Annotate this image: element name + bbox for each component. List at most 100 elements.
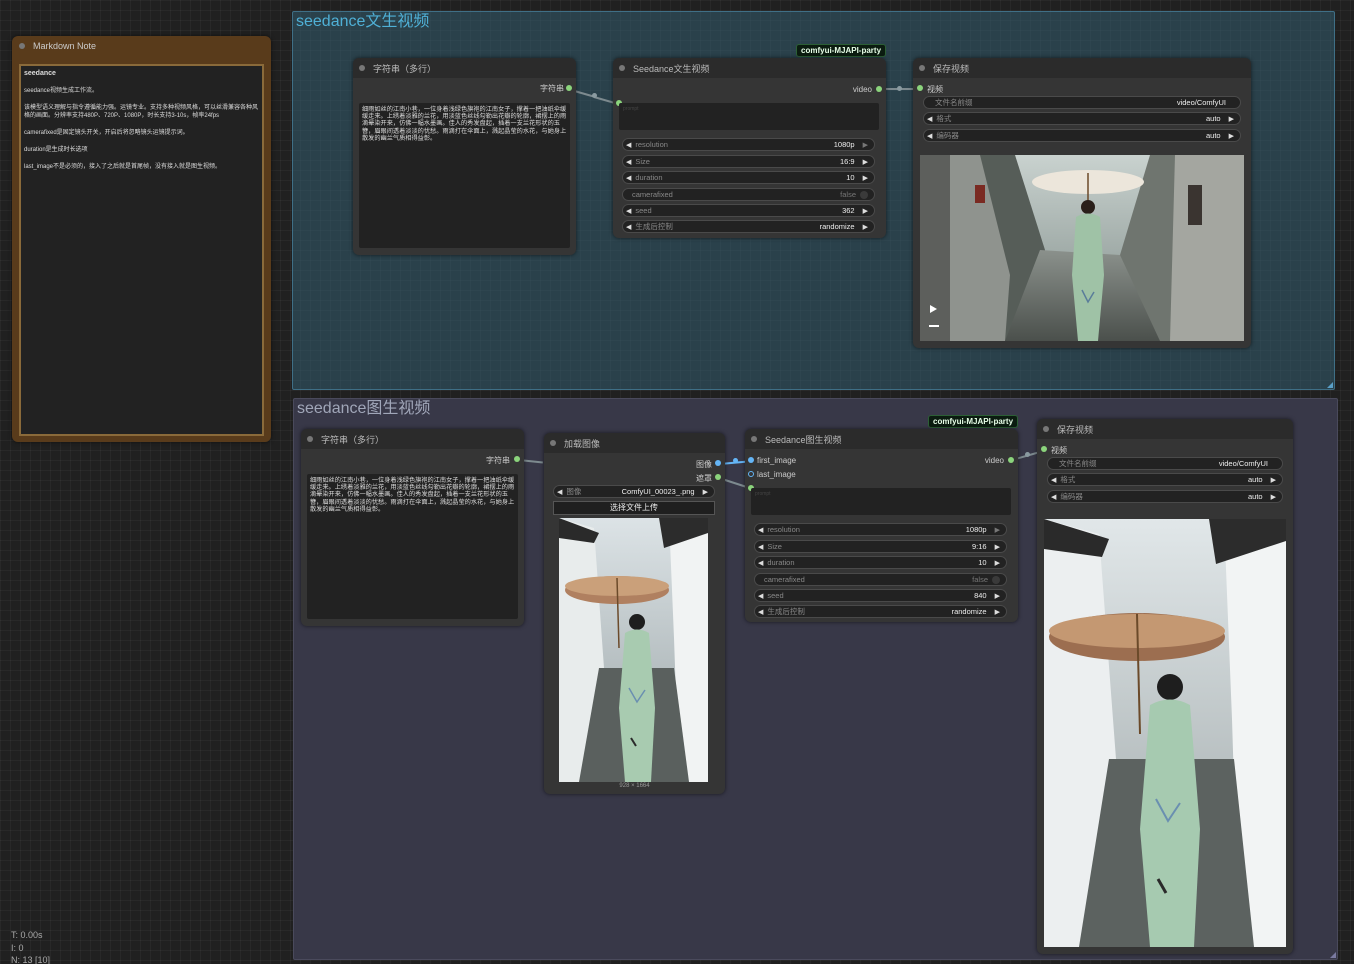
- toggle-knob[interactable]: [860, 190, 868, 199]
- collapse-dot-icon[interactable]: [1043, 426, 1049, 432]
- node-title: 字符串（多行）: [373, 63, 437, 74]
- link-midpoint[interactable]: [733, 458, 738, 463]
- multiline-string-node[interactable]: 字符串（多行） 字符串 细雨如丝的江南小巷，一位身着浅绿色旗袍的江南女子，撑着一…: [353, 58, 576, 255]
- format-combo[interactable]: ◀ 格式 auto ▶: [1047, 473, 1283, 486]
- node-header[interactable]: 保存视频: [913, 58, 1251, 78]
- save-video-node[interactable]: 保存视频 视频 文件名前缀 video/ComfyUI ◀ 格式 auto ▶ ◀ 编码器…: [1037, 419, 1293, 954]
- collapse-dot-icon[interactable]: [751, 436, 757, 442]
- link-midpoint[interactable]: [592, 93, 597, 98]
- node-badge: comfyui-MJAPI-party: [796, 44, 887, 57]
- output-label: 遮罩: [696, 474, 712, 483]
- link-midpoint[interactable]: [897, 86, 902, 91]
- input-label: 视频: [1051, 446, 1067, 455]
- markdown-body[interactable]: seedance seedance视频生成工作流。 该模型语义理解与指令遵循能力…: [19, 64, 264, 436]
- volume-slider[interactable]: [929, 325, 939, 327]
- node-title: Markdown Note: [33, 41, 97, 51]
- prompt-textarea[interactable]: 细雨如丝的江南小巷，一位身着浅绿色旗袍的江南女子，撑着一把油纸伞缓缓走来。上绣着…: [359, 103, 570, 248]
- group-resize-handle[interactable]: [1330, 952, 1336, 958]
- node-header[interactable]: 加载图像: [544, 433, 725, 453]
- play-icon[interactable]: [930, 305, 937, 313]
- output-pin[interactable]: [876, 86, 882, 92]
- group-title[interactable]: seedance图生视频: [297, 399, 430, 419]
- output-label: 字符串: [540, 84, 564, 93]
- toggle-knob[interactable]: [992, 575, 1000, 584]
- node-header[interactable]: Markdown Note: [12, 36, 271, 56]
- upload-button[interactable]: 选择文件上传: [553, 501, 715, 515]
- resolution-combo[interactable]: ◀ resolution 1080p ▶: [754, 523, 1007, 536]
- seedance-i2v-node[interactable]: Seedance图生视频 first_image last_image vide…: [745, 429, 1018, 622]
- node-header[interactable]: 字符串（多行）: [301, 429, 524, 449]
- markdown-paragraph: camerafixed是固定镜头开关，开启后将忽略镜头运镜提示词。: [24, 130, 189, 136]
- prompt-textarea[interactable]: 细雨如丝的江南小巷，一位身着浅绿色旗袍的江南女子，撑着一把油纸伞缓缓走来。上绣着…: [307, 474, 518, 619]
- node-header[interactable]: 保存视频: [1037, 419, 1293, 439]
- format-combo[interactable]: ◀ 格式 auto ▶: [923, 112, 1241, 125]
- input-pin[interactable]: [748, 471, 754, 477]
- camerafixed-toggle[interactable]: camerafixed false: [754, 573, 1007, 586]
- video-preview[interactable]: [920, 155, 1244, 341]
- seedance-t2v-node[interactable]: Seedance文生视频 video prompt ◀ resolution 108…: [613, 58, 886, 238]
- node-title: 字符串（多行）: [321, 434, 385, 445]
- node-badge: comfyui-MJAPI-party: [928, 415, 1019, 428]
- group-title[interactable]: seedance文生视频: [296, 12, 429, 32]
- output-pin[interactable]: [715, 474, 721, 480]
- output-pin[interactable]: [514, 456, 520, 462]
- filename-prefix-input[interactable]: 文件名前缀 video/ComfyUI: [923, 96, 1241, 109]
- prompt-input[interactable]: prompt: [619, 103, 879, 130]
- filename-prefix-input[interactable]: 文件名前缀 video/ComfyUI: [1047, 457, 1283, 470]
- stats-time: T: 0.00s: [11, 930, 43, 940]
- prompt-input[interactable]: prompt: [751, 488, 1011, 515]
- markdown-paragraph: 该模型语义理解与指令遵循能力强。运镜专业。支持多种视频风格，可以丝滑兼容各种风格…: [24, 105, 259, 119]
- seed-number[interactable]: ◀ seed 362 ▶: [622, 204, 875, 217]
- stats-iterations: I: 0: [11, 943, 24, 953]
- multiline-string-node[interactable]: 字符串（多行） 字符串 细雨如丝的江南小巷，一位身着浅绿色旗袍的江南女子，撑着一…: [301, 429, 524, 626]
- output-pin[interactable]: [1008, 457, 1014, 463]
- video-frame-illustration: [920, 155, 1244, 341]
- link-midpoint[interactable]: [1025, 452, 1030, 457]
- image-preview[interactable]: [559, 518, 708, 782]
- markdown-paragraph: last_image不是必须的，接入了之后就是首尾帧，没有接入就是图生视频。: [24, 164, 222, 170]
- duration-combo[interactable]: ◀ duration 10 ▶: [622, 171, 875, 184]
- codec-combo[interactable]: ◀ 编码器 auto ▶: [923, 129, 1241, 142]
- node-title: Seedance图生视频: [765, 434, 842, 445]
- collapse-dot-icon[interactable]: [919, 65, 925, 71]
- control-after-generate-combo[interactable]: ◀ 生成后控制 randomize ▶: [754, 605, 1007, 618]
- output-label: 图像: [696, 460, 712, 469]
- collapse-dot-icon[interactable]: [619, 65, 625, 71]
- node-header[interactable]: Seedance文生视频: [613, 58, 886, 78]
- input-pin[interactable]: [748, 457, 754, 463]
- size-combo[interactable]: ◀ Size 16:9 ▶: [622, 155, 875, 168]
- collapse-dot-icon[interactable]: [307, 436, 313, 442]
- load-image-node[interactable]: 加载图像 图像 遮罩 ◀ 图像 ComfyUI_00023_.png ▶ 选择文件上传…: [544, 433, 725, 794]
- duration-combo[interactable]: ◀ duration 10 ▶: [754, 556, 1007, 569]
- output-pin[interactable]: [715, 460, 721, 466]
- collapse-dot-icon[interactable]: [359, 65, 365, 71]
- control-after-generate-combo[interactable]: ◀ 生成后控制 randomize ▶: [622, 220, 875, 233]
- markdown-paragraph: duration是生成时长选项: [24, 147, 88, 153]
- save-video-node[interactable]: 保存视频 视频 文件名前缀 video/ComfyUI ◀ 格式 auto ▶ ◀ 编码器…: [913, 58, 1251, 348]
- node-header[interactable]: Seedance图生视频: [745, 429, 1018, 449]
- camerafixed-toggle[interactable]: camerafixed false: [622, 188, 875, 201]
- output-label: video: [852, 85, 872, 94]
- video-frame-illustration: [1044, 519, 1286, 947]
- codec-combo[interactable]: ◀ 编码器 auto ▶: [1047, 490, 1283, 503]
- markdown-paragraph: seedance视频生成工作流。: [24, 88, 99, 94]
- input-pin[interactable]: [1041, 446, 1047, 452]
- group-resize-handle[interactable]: [1327, 382, 1333, 388]
- output-pin[interactable]: [566, 85, 572, 91]
- input-pin[interactable]: [917, 85, 923, 91]
- collapse-dot-icon[interactable]: [550, 440, 556, 446]
- image-combo[interactable]: ◀ 图像 ComfyUI_00023_.png ▶: [553, 485, 715, 498]
- video-preview[interactable]: [1044, 519, 1286, 947]
- markdown-heading: seedance: [24, 70, 56, 77]
- stats-nodes: N: 13 [10]: [11, 955, 51, 964]
- markdown-note-node[interactable]: Markdown Note seedance seedance视频生成工作流。 …: [12, 36, 271, 442]
- node-header[interactable]: 字符串（多行）: [353, 58, 576, 78]
- seed-number[interactable]: ◀ seed 840 ▶: [754, 589, 1007, 602]
- size-combo[interactable]: ◀ Size 9:16 ▶: [754, 540, 1007, 553]
- loaded-image-illustration: [559, 518, 708, 782]
- image-dimensions: 928 × 1664: [619, 783, 650, 789]
- node-title: 保存视频: [933, 63, 970, 74]
- node-title: 加载图像: [564, 438, 601, 449]
- collapse-dot-icon[interactable]: [19, 43, 25, 49]
- resolution-combo[interactable]: ◀ resolution 1080p ▶: [622, 138, 875, 151]
